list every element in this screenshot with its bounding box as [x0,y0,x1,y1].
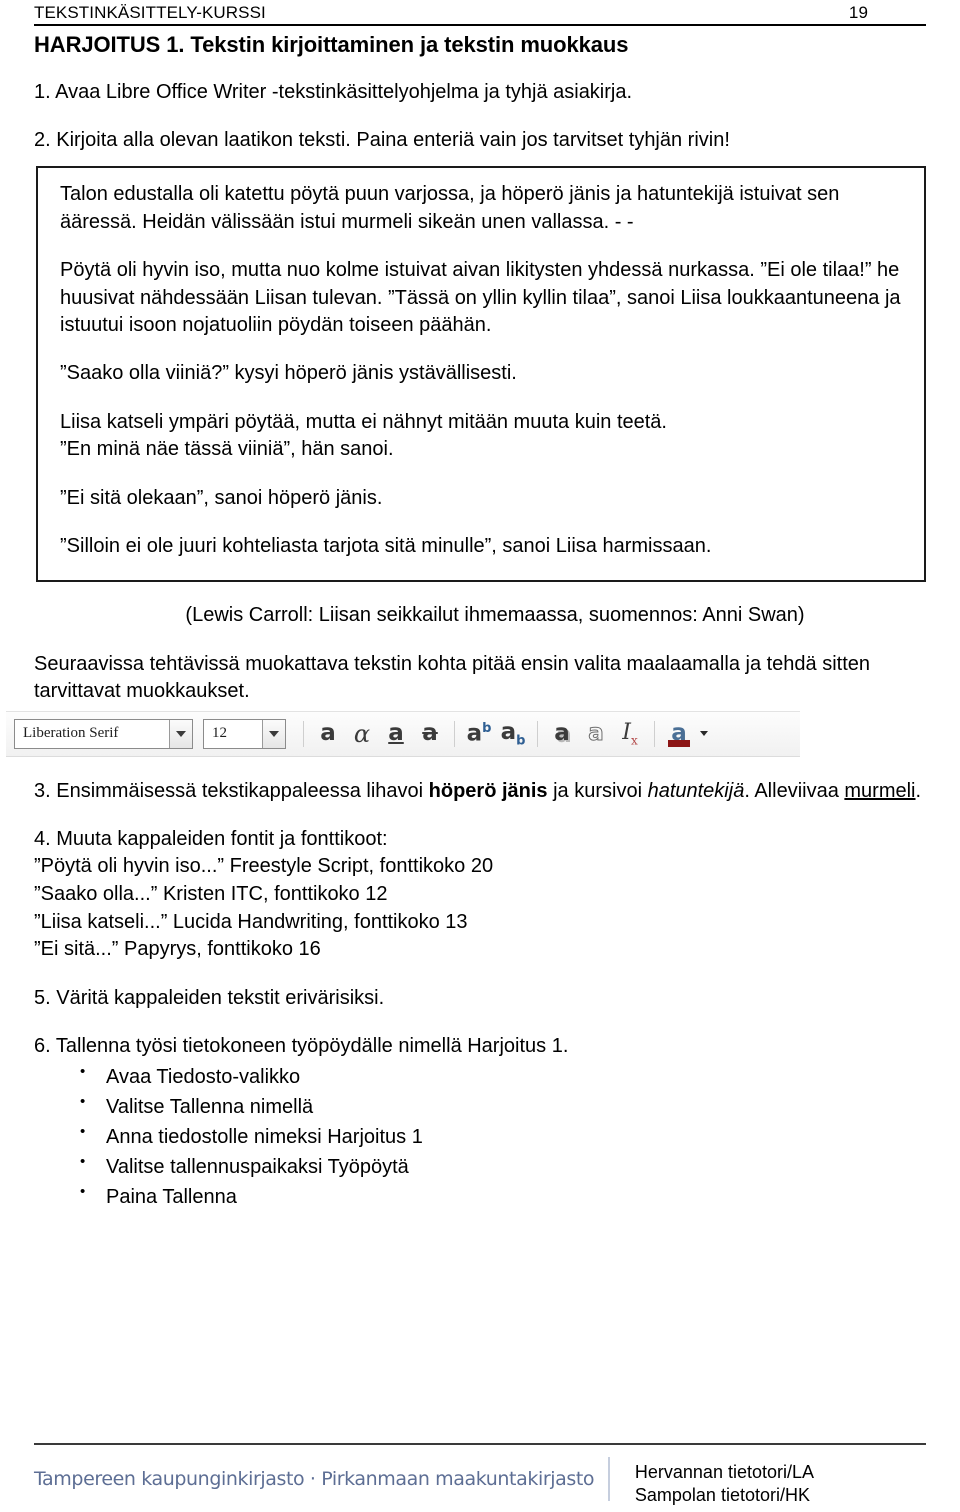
quote-paragraph-2: Pöytä oli hyvin iso, mutta nuo kolme ist… [60,259,901,336]
document-page: TEKSTINKÄSITTELY-KURSSI 19 HARJOITUS 1. … [0,0,960,1512]
library-logo-text: Tampereen kaupunginkirjasto · Pirkanmaan… [34,1467,595,1490]
font-color-swatch [668,739,690,747]
list-item: Avaa Tiedosto-valikko [80,1061,926,1092]
shadow-button[interactable]: a [545,717,579,751]
clear-mark: x [630,733,638,748]
step-4-line: ”Saako olla...” Kristen ITC, fonttikoko … [34,882,388,905]
chevron-down-icon [269,730,279,737]
step-6-bullet-list: Avaa Tiedosto-valikko Valitse Tallenna n… [34,1061,926,1212]
quote-paragraph-3: ”Saako olla viiniä?” kysyi höperö jänis … [60,362,517,385]
subscript-base: a [500,718,517,745]
footer-row: Tampereen kaupunginkirjasto · Pirkanmaan… [34,1456,926,1509]
subscript-mark: b [516,733,526,749]
step-3-middle: ja kursivoi [547,779,648,802]
quote-gap [60,236,904,257]
quote-gap [60,464,904,485]
quote-gap [60,512,904,533]
step-2: 2. Kirjoita alla olevan laatikon teksti.… [34,129,730,152]
logo-divider [608,1456,611,1501]
underline-button[interactable]: a [379,717,413,751]
italic-button[interactable]: α [345,717,379,751]
lead-in-paragraph: Seuraavissa tehtävissä muokattava teksti… [34,653,871,703]
page-footer: Tampereen kaupunginkirjasto · Pirkanmaan… [34,1442,926,1509]
step-1: 1. Avaa Libre Office Writer -tekstinkäsi… [34,81,633,103]
quote-box: Talon edustalla oli katettu pöytä puun v… [36,166,926,583]
footer-credits: Hervannan tietotori/LA Sampolan tietotor… [635,1457,926,1509]
font-size-combobox[interactable]: 12 [203,718,286,749]
character-formatting-toolbar: Liberation Serif 12 a α a a ab ab a a Ix… [6,710,800,757]
course-title: TEKSTINKÄSITTELY-KURSSI [34,3,266,22]
quote-gap [60,388,904,409]
library-logo: Tampereen kaupunginkirjasto · Pirkanmaan… [34,1456,611,1501]
footer-credit-line-1: Hervannan tietotori/LA [634,1461,814,1482]
quote-paragraph-5: ”Ei sitä olekaan”, sanoi höperö jänis. [60,486,383,509]
quote-paragraph-4: Liisa katseli ympäri pöytää, mutta ei nä… [60,410,667,461]
step-3-underline-term: murmeli [844,779,916,802]
page-title: HARJOITUS 1. Tekstin kirjoittaminen ja t… [34,32,629,57]
toolbar-separator [654,720,655,747]
chevron-down-icon [176,730,186,737]
underline-icon: a [388,720,404,747]
superscript-button[interactable]: ab [462,717,496,751]
strikethrough-icon: a [422,720,438,747]
step-5: 5. Väritä kappaleiden tekstit erivärisik… [34,986,385,1009]
step-3-bold-term: höperö jänis [428,779,548,802]
bold-button[interactable]: a [311,717,345,751]
superscript-icon: ab [467,722,492,746]
quote-attribution: (Lewis Carroll: Liisan seikkailut ihmema… [185,604,805,627]
italic-icon: α [353,719,371,748]
toolbar-separator [454,720,455,747]
font-name-dropdown-arrow[interactable] [169,719,192,748]
superscript-base: a [466,720,483,747]
list-item: Anna tiedostolle nimeksi Harjoitus 1 [80,1121,926,1152]
step-3-end: . [915,779,922,802]
step-4-lines: ”Pöytä oli hyvin iso...” Freestyle Scrip… [34,853,926,963]
clear-base: I [622,719,631,745]
font-name-value: Liberation Serif [23,725,119,742]
step-3-italic-term: hatuntekijä [647,779,745,802]
chevron-down-icon [700,731,708,737]
list-item: Valitse Tallenna nimellä [80,1091,926,1122]
font-name-combobox[interactable]: Liberation Serif [14,718,193,749]
step-6: 6. Tallenna työsi tietokoneen työpöydäll… [34,1034,569,1057]
font-color-dropdown-arrow[interactable] [696,717,712,751]
subscript-icon: ab [500,718,526,749]
step-3: 3. Ensimmäisessä tekstikappaleessa lihav… [34,778,926,805]
clear-formatting-icon: Ix [622,719,638,748]
clear-formatting-button[interactable]: Ix [613,717,647,751]
step-3-suffix: . Alleviivaa [744,779,845,802]
list-item: Paina Tallenna [80,1181,926,1212]
outline-icon: a [588,720,605,747]
footer-divider [34,1442,926,1445]
shadow-icon: a [554,720,570,747]
step-4-line: ”Liisa katseli...” Lucida Handwriting, f… [34,910,468,933]
step-4-heading: 4. Muuta kappaleiden fontit ja fonttikoo… [34,828,388,851]
step-3-prefix: 3. Ensimmäisessä tekstikappaleessa lihav… [34,779,429,802]
outline-button[interactable]: a [579,717,613,751]
font-size-dropdown-arrow[interactable] [262,719,285,748]
toolbar-separator [537,720,538,747]
quote-paragraph-1: Talon edustalla oli katettu pöytä puun v… [60,183,840,233]
list-item: Valitse tallennuspaikaksi Työpöytä [80,1151,926,1182]
step-4-line: ”Pöytä oli hyvin iso...” Freestyle Scrip… [34,855,494,878]
quote-gap [60,339,904,360]
bold-icon: a [320,720,336,747]
subscript-button[interactable]: ab [496,717,530,751]
footer-credit-line-2: Sampolan tietotori/HK [634,1485,810,1506]
step-4-line: ”Ei sitä...” Papyrys, fonttikoko 16 [34,938,321,961]
font-size-value: 12 [212,725,227,742]
quote-paragraph-6: ”Silloin ei ole juuri kohteliasta tarjot… [60,534,712,557]
strikethrough-button[interactable]: a [413,717,447,751]
page-number: 19 [848,3,868,22]
toolbar-separator [303,720,304,747]
header-divider [34,24,926,26]
superscript-mark: b [482,721,492,737]
step-4: 4. Muuta kappaleiden fontit ja fonttikoo… [34,826,926,964]
font-color-button[interactable]: a [662,717,696,751]
page-header: TEKSTINKÄSITTELY-KURSSI 19 [34,0,926,23]
